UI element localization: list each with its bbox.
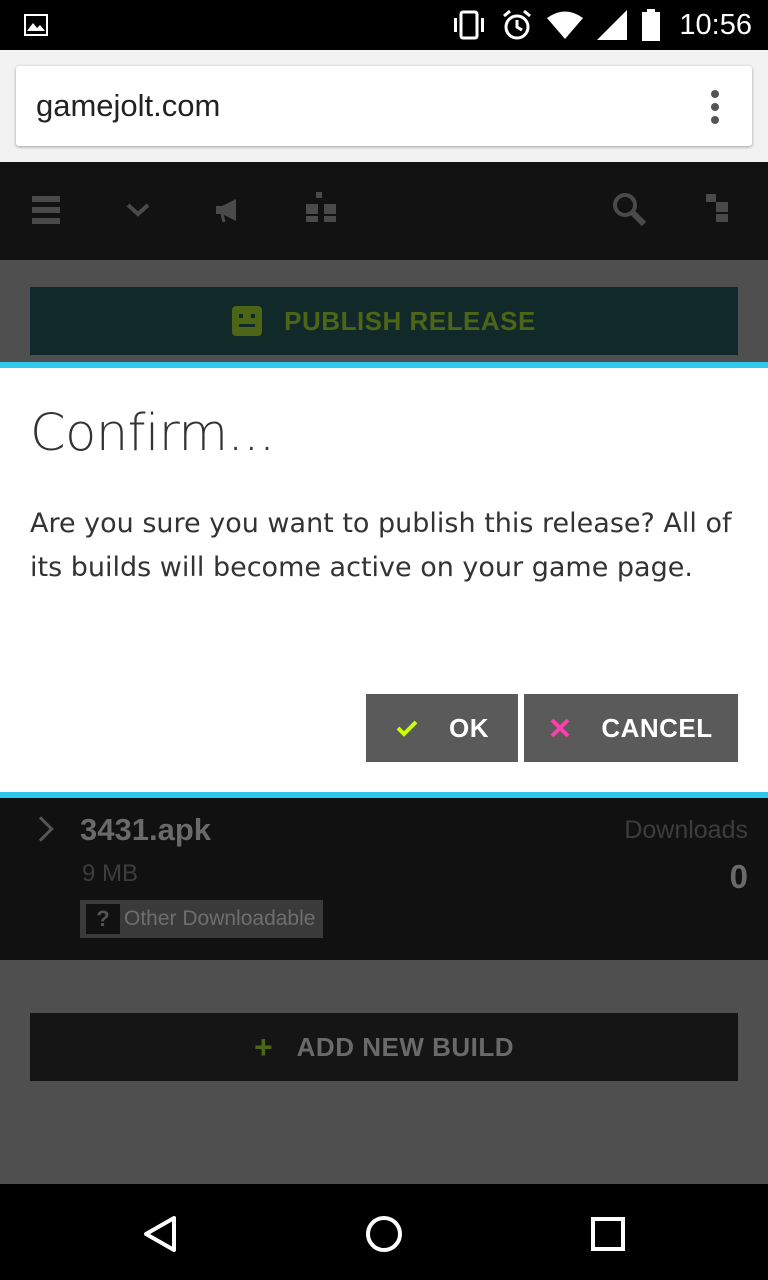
build-type-tag: ? Other Downloadable: [80, 900, 324, 938]
clock: 10:56: [679, 8, 752, 41]
add-new-build-button[interactable]: + ADD NEW BUILD: [30, 1013, 738, 1081]
build-type-label: Other Downloadable: [124, 907, 316, 930]
system-nav-bar: [0, 1184, 768, 1280]
downloads-count: 0: [729, 858, 748, 895]
wifi-icon: [547, 11, 584, 39]
ok-button[interactable]: OK: [366, 694, 518, 762]
cancel-label: CANCEL: [601, 712, 713, 743]
megaphone-icon[interactable]: [210, 190, 250, 230]
dialog-title: Confirm...: [30, 404, 275, 463]
user-icon[interactable]: [700, 190, 740, 230]
overflow-menu-icon[interactable]: [710, 90, 720, 126]
cancel-button[interactable]: CANCEL: [524, 694, 738, 762]
hamburger-menu-icon[interactable]: [28, 190, 68, 230]
friends-icon[interactable]: [302, 190, 342, 230]
chevron-right-icon[interactable]: [28, 816, 54, 842]
plus-icon: +: [253, 1028, 273, 1065]
ok-label: OK: [449, 712, 489, 743]
chevron-down-icon[interactable]: [118, 190, 158, 230]
jolt-bot-icon: [232, 306, 263, 336]
build-size: 9 MB: [82, 860, 139, 887]
recents-icon[interactable]: [588, 1214, 628, 1254]
vibrate-icon: [454, 10, 485, 40]
close-icon: [550, 718, 570, 738]
status-bar: 10:56: [0, 0, 768, 50]
back-icon[interactable]: [140, 1214, 180, 1254]
image-notification-icon: [24, 14, 48, 36]
url-bar[interactable]: gamejolt.com: [16, 66, 752, 146]
question-mark-icon: ?: [86, 904, 120, 934]
home-icon[interactable]: [364, 1214, 404, 1254]
battery-icon: [642, 9, 661, 41]
confirm-dialog: Confirm... Are you sure you want to publ…: [0, 362, 768, 798]
site-nav: [0, 162, 768, 260]
dialog-message: Are you sure you want to publish this re…: [30, 508, 732, 583]
signal-icon: [597, 10, 628, 40]
search-icon[interactable]: [610, 190, 650, 230]
publish-release-button[interactable]: PUBLISH RELEASE: [30, 287, 738, 355]
build-row[interactable]: 3431.apk 9 MB ? Other Downloadable Downl…: [0, 794, 768, 960]
check-icon: [396, 720, 418, 737]
url-text[interactable]: gamejolt.com: [36, 88, 220, 124]
downloads-label: Downloads: [624, 816, 748, 844]
alarm-icon: [503, 9, 532, 40]
add-new-build-label: ADD NEW BUILD: [296, 1031, 515, 1062]
build-name: 3431.apk: [80, 812, 211, 847]
publish-release-label: PUBLISH RELEASE: [284, 305, 536, 336]
browser-toolbar: gamejolt.com: [0, 50, 768, 162]
